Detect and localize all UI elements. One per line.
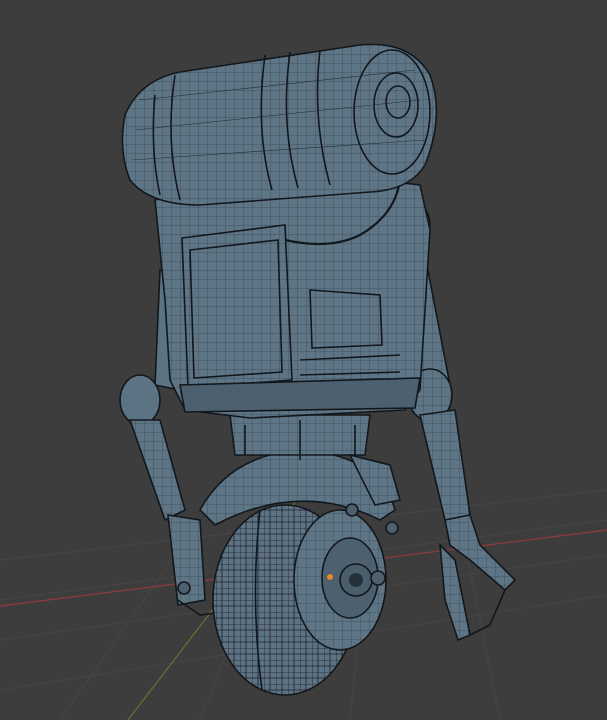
tank[interactable]: [121, 43, 438, 206]
robot-model[interactable]: [119, 43, 517, 696]
3d-viewport[interactable]: [0, 0, 607, 720]
object-origin: [327, 574, 333, 580]
